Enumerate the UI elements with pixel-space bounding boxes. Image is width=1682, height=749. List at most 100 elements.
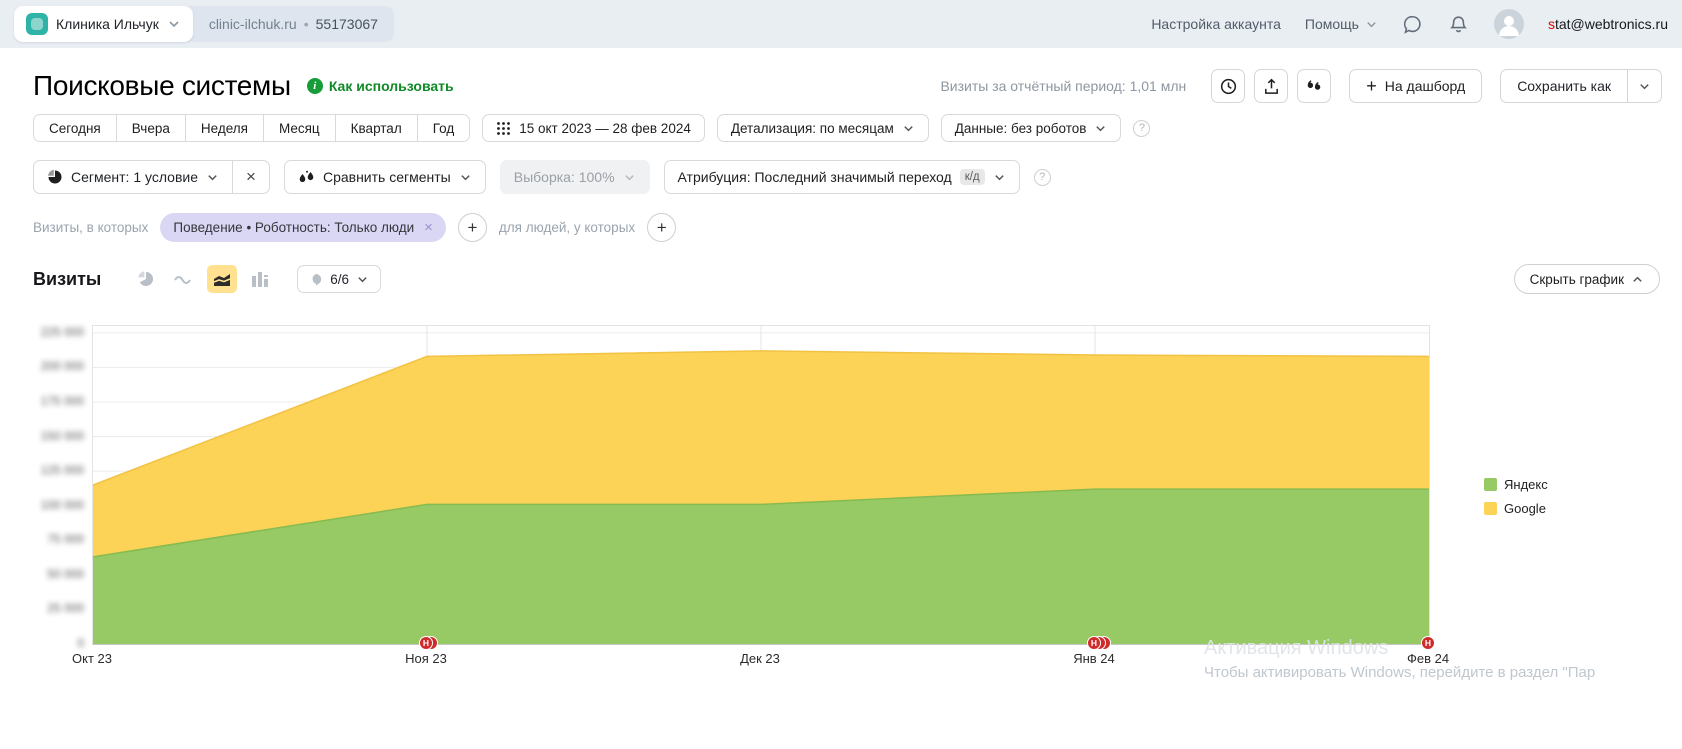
- y-axis-label: 0: [77, 636, 84, 650]
- quotes-button[interactable]: [1297, 69, 1331, 103]
- chevron-down-icon: [167, 17, 181, 31]
- chevron-down-icon: [902, 122, 915, 135]
- note-marker[interactable]: Н: [1421, 636, 1435, 650]
- legend-label: Яндекс: [1504, 477, 1548, 492]
- export-button[interactable]: [1254, 69, 1288, 103]
- chart-type-columns-button[interactable]: [245, 265, 275, 293]
- note-marker[interactable]: Н: [419, 636, 433, 650]
- chat-icon[interactable]: [1402, 13, 1424, 35]
- period-row: Сегодня Вчера Неделя Месяц Квартал Год 1…: [33, 114, 1150, 142]
- x-axis-label: Дек 23: [725, 651, 795, 666]
- counter-logo-icon: [26, 13, 48, 35]
- calendar-grid-icon: [496, 121, 511, 136]
- chevron-up-icon: [1631, 273, 1644, 286]
- period-tab-today[interactable]: Сегодня: [34, 115, 116, 141]
- hide-chart-button[interactable]: Скрыть график: [1514, 264, 1660, 294]
- x-axis: Окт 23Ноя 23Дек 23Янв 24Фев 24: [92, 651, 1430, 669]
- period-tab-yesterday[interactable]: Вчера: [116, 115, 185, 141]
- segment-select[interactable]: Сегмент: 1 условие: [34, 161, 232, 193]
- save-as-dropdown-button[interactable]: [1627, 70, 1661, 102]
- legend-item[interactable]: Яндекс: [1484, 477, 1548, 492]
- period-tab-year[interactable]: Год: [417, 115, 470, 141]
- chart-title: Визиты: [33, 269, 101, 290]
- save-as-split-button: Сохранить как: [1500, 69, 1662, 103]
- chevron-down-icon: [1365, 18, 1378, 31]
- speech-bubble-icon: [309, 273, 323, 286]
- y-axis-label: 100 000: [41, 498, 84, 512]
- chart-type-stacked-area-button[interactable]: [207, 265, 237, 293]
- chart-legend: Яндекс Google: [1484, 477, 1548, 516]
- attribution-select[interactable]: Атрибуция: Последний значимый переход к/…: [664, 160, 1020, 194]
- counter-meta: clinic-ilchuk.ru • 55173067: [193, 16, 394, 32]
- chevron-down-icon: [623, 171, 636, 184]
- note-markers-layer: ННН: [92, 636, 1437, 652]
- sampling-select[interactable]: Выборка: 100%: [500, 160, 650, 194]
- date-range-button[interactable]: 15 окт 2023 — 28 фев 2024: [482, 114, 705, 142]
- add-visit-condition-button[interactable]: +: [458, 213, 487, 242]
- chevron-down-icon: [1094, 122, 1107, 135]
- counter-switcher: Клиника Ильчук clinic-ilchuk.ru • 551730…: [14, 6, 394, 42]
- add-people-condition-button[interactable]: +: [647, 213, 676, 242]
- y-axis-label: 50 000: [47, 567, 84, 581]
- y-axis: 225 000200 000175 000150 000125 000100 0…: [20, 325, 84, 647]
- segment-clear-button[interactable]: ×: [232, 161, 269, 193]
- help-menu[interactable]: Помощь: [1305, 16, 1378, 32]
- legend-label: Google: [1504, 501, 1546, 516]
- robots-filter-chip[interactable]: Поведение • Роботность: Только люди ×: [160, 213, 446, 242]
- data-mode-select[interactable]: Данные: без роботов: [941, 114, 1122, 142]
- columns-chart-icon: [251, 271, 269, 287]
- chip-remove-icon[interactable]: ×: [424, 219, 433, 236]
- legend-item[interactable]: Google: [1484, 501, 1548, 516]
- y-axis-label: 175 000: [41, 394, 84, 408]
- date-range-value: 15 окт 2023 — 28 фев 2024: [519, 121, 691, 136]
- y-axis-label: 75 000: [47, 532, 84, 546]
- chevron-down-icon: [459, 171, 472, 184]
- chevron-down-icon: [993, 171, 1006, 184]
- period-tab-week[interactable]: Неделя: [185, 115, 263, 141]
- y-axis-label: 25 000: [47, 601, 84, 615]
- x-axis-label: Ноя 23: [391, 651, 461, 666]
- topbar-right: Настройка аккаунта Помощь stat@webtronic…: [1151, 9, 1682, 39]
- history-button[interactable]: [1211, 69, 1245, 103]
- bell-icon[interactable]: [1448, 13, 1470, 35]
- chart-labels-select[interactable]: 6/6: [297, 265, 381, 293]
- counter-id: 55173067: [316, 16, 378, 32]
- legend-swatch: [1484, 502, 1497, 515]
- labels-count: 6/6: [330, 272, 349, 287]
- info-icon: i: [307, 78, 323, 94]
- account-settings-link[interactable]: Настройка аккаунта: [1151, 16, 1281, 32]
- data-mode-help-icon[interactable]: ?: [1133, 120, 1150, 137]
- period-tab-month[interactable]: Месяц: [263, 115, 335, 141]
- line-chart-icon: [174, 272, 194, 286]
- people-filter-label: для людей, у которых: [499, 220, 635, 235]
- period-tabs: Сегодня Вчера Неделя Месяц Квартал Год: [33, 114, 470, 142]
- attribution-help-icon[interactable]: ?: [1034, 169, 1051, 186]
- x-axis-label: Фев 24: [1393, 651, 1463, 666]
- pie-chart-icon: [137, 270, 155, 288]
- stacked-area-icon: [213, 272, 231, 286]
- page-title: Поисковые системы: [33, 70, 291, 102]
- counter-name: Клиника Ильчук: [56, 16, 159, 32]
- attribution-badge: к/д: [960, 169, 985, 185]
- counter-domain-link[interactable]: clinic-ilchuk.ru: [209, 16, 297, 32]
- compare-segments-select[interactable]: Сравнить сегменты: [284, 160, 486, 194]
- x-axis-label: Янв 24: [1059, 651, 1129, 666]
- counter-select[interactable]: Клиника Ильчук: [14, 6, 193, 42]
- add-to-dashboard-button[interactable]: + На дашборд: [1349, 69, 1482, 103]
- chart-type-pie-button[interactable]: [131, 265, 161, 293]
- save-as-button[interactable]: Сохранить как: [1501, 70, 1627, 102]
- y-axis-label: 200 000: [41, 359, 84, 373]
- period-tab-quarter[interactable]: Квартал: [335, 115, 417, 141]
- topbar: Клиника Ильчук clinic-ilchuk.ru • 551730…: [0, 0, 1682, 48]
- note-marker[interactable]: Н: [1087, 636, 1101, 650]
- user-avatar[interactable]: [1494, 9, 1524, 39]
- how-to-use-link[interactable]: i Как использовать: [307, 78, 454, 94]
- drops-icon: [298, 170, 315, 185]
- detail-select[interactable]: Детализация: по месяцам: [717, 114, 929, 142]
- chevron-down-icon: [206, 171, 219, 184]
- visits-area-chart[interactable]: [92, 325, 1430, 645]
- separator-dot: •: [304, 16, 309, 32]
- user-email[interactable]: stat@webtronics.ru: [1548, 16, 1668, 32]
- filter-chips-row: Визиты, в которых Поведение • Роботность…: [33, 213, 676, 242]
- chart-type-line-button[interactable]: [169, 265, 199, 293]
